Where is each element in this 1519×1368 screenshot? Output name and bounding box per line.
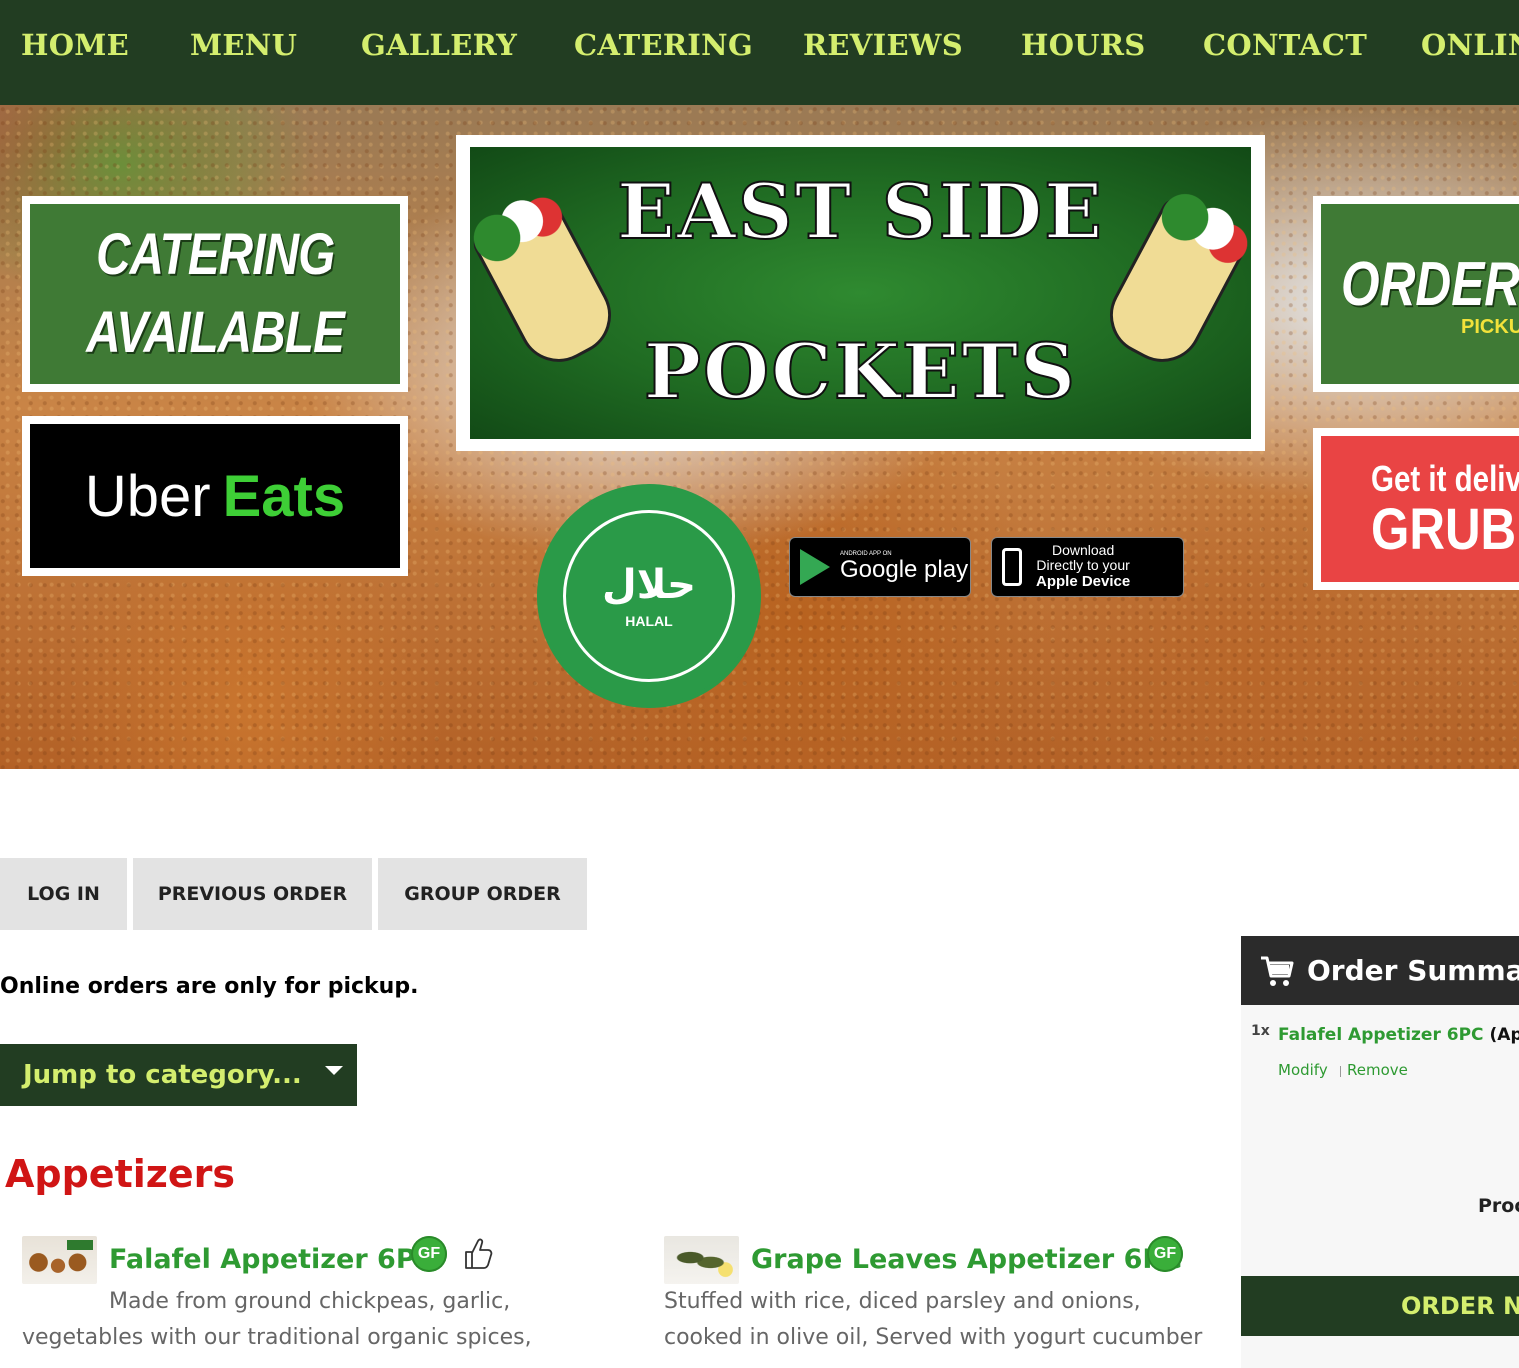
nav-menu[interactable]: MENU [190, 28, 297, 62]
shopping-cart-icon [1261, 956, 1294, 986]
nav-catering[interactable]: CATERING [574, 28, 753, 62]
apple-badge-text: Download Directly to your Apple Device [1036, 543, 1130, 591]
grape-leaves-thumbnail[interactable] [664, 1236, 739, 1284]
cart-item: Falafel Appetizer 6PC(Appe [1278, 1025, 1519, 1045]
halal-certified-seal: حلال HALAL [541, 488, 757, 704]
processing-label: Proc [1478, 1195, 1519, 1217]
top-nav: HOME MENU GALLERY CATERING REVIEWS HOURS… [0, 0, 1519, 105]
catering-promo-line2: AVAILABLE [86, 300, 345, 365]
apple-line2: Directly to your [1036, 557, 1130, 573]
phone-icon [1002, 548, 1022, 586]
logo-background: EAST SIDE POCKETS [468, 147, 1253, 439]
menu-item-desc-line1: Made from ground chickpeas, garlic, [109, 1289, 511, 1314]
order-summary-header: Order Summar [1241, 936, 1519, 1005]
menu-item-desc-line2: cooked in olive oil, Served with yogurt … [664, 1325, 1203, 1350]
cart-item-name[interactable]: Falafel Appetizer 6PC [1278, 1025, 1484, 1045]
google-play-text: ANDROID APP ON Google play [840, 551, 968, 583]
remove-link[interactable]: Remove [1347, 1061, 1408, 1079]
menu-item-desc-line2: vegetables with our traditional organic … [22, 1325, 532, 1350]
gluten-free-icon: GF [411, 1236, 447, 1272]
uber-eats-banner[interactable]: Uber Eats [22, 416, 408, 576]
pickup-notice: Online orders are only for pickup. [0, 974, 419, 999]
logo-line2: POCKETS [643, 326, 1078, 417]
nav-contact[interactable]: CONTACT [1203, 28, 1367, 62]
grubhub-promo-banner[interactable]: Get it delive GRUB [1313, 428, 1519, 590]
uber-eats-word1: Uber [84, 463, 211, 529]
nav-hours[interactable]: HOURS [1021, 28, 1146, 62]
nav-reviews[interactable]: REVIEWS [803, 28, 963, 62]
link-divider [1340, 1066, 1341, 1077]
jump-to-category-label: Jump to category... [23, 1060, 302, 1090]
apple-line3: Apple Device [1036, 573, 1131, 590]
uber-eats-word2: Eats [222, 463, 346, 529]
catering-promo-banner[interactable]: CATERING AVAILABLE [22, 196, 408, 392]
category-title: Appetizers [5, 1152, 236, 1196]
grub-promo-line1: Get it delive [1371, 458, 1519, 499]
halal-seal-ring: حلال HALAL [563, 510, 735, 682]
menu-item-desc-line1: Stuffed with rice, diced parsley and oni… [664, 1289, 1141, 1314]
google-play-badge[interactable]: ANDROID APP ON Google play [789, 537, 971, 597]
catering-promo-line1: CATERING [95, 222, 335, 287]
order-summary-title: Order Summar [1307, 954, 1519, 987]
gluten-free-icon: GF [1147, 1236, 1183, 1272]
menu-item-name[interactable]: Grape Leaves Appetizer 6PC [751, 1244, 1182, 1275]
nav-online-order[interactable]: ONLIN [1421, 28, 1519, 62]
halal-label: HALAL [625, 613, 673, 629]
jump-to-category-select[interactable]: Jump to category... [0, 1044, 357, 1106]
modify-link[interactable]: Modify [1278, 1061, 1328, 1079]
nav-home[interactable]: HOME [21, 28, 129, 62]
order-online-promo-banner[interactable]: ORDER O PICKUP [1313, 196, 1519, 392]
group-order-button[interactable]: GROUP ORDER [378, 858, 587, 930]
caret-down-icon [325, 1066, 343, 1075]
grub-promo-line2: GRUB [1371, 497, 1517, 562]
google-play-big: Google play [840, 556, 969, 583]
falafel-thumbnail[interactable] [22, 1236, 97, 1284]
restaurant-logo: EAST SIDE POCKETS [456, 135, 1265, 451]
order-promo-line1: ORDER O [1341, 250, 1519, 319]
menu-item-name[interactable]: Falafel Appetizer 6PC [109, 1244, 435, 1275]
logo-line1: EAST SIDE [616, 166, 1105, 257]
order-summary-panel: Order Summar 1x Falafel Appetizer 6PC (Ap… [1241, 936, 1519, 1368]
login-button[interactable]: LOG IN [0, 858, 127, 930]
nav-gallery[interactable]: GALLERY [361, 28, 517, 62]
google-play-icon [800, 549, 830, 585]
previous-order-button[interactable]: PREVIOUS ORDER [133, 858, 372, 930]
apple-line1: Download [1051, 542, 1115, 558]
apple-device-badge[interactable]: Download Directly to your Apple Device [991, 537, 1184, 597]
cart-item-quantity: 1x [1251, 1023, 1270, 1039]
order-now-button[interactable]: ORDER NO [1241, 1276, 1519, 1336]
halal-arabic-text: حلال [602, 562, 696, 608]
cart-item-category: (Appe [1489, 1025, 1519, 1045]
thumbs-up-icon [465, 1238, 493, 1269]
hero-banner: CATERING AVAILABLE Uber Eats EAST SIDE P… [0, 105, 1519, 769]
